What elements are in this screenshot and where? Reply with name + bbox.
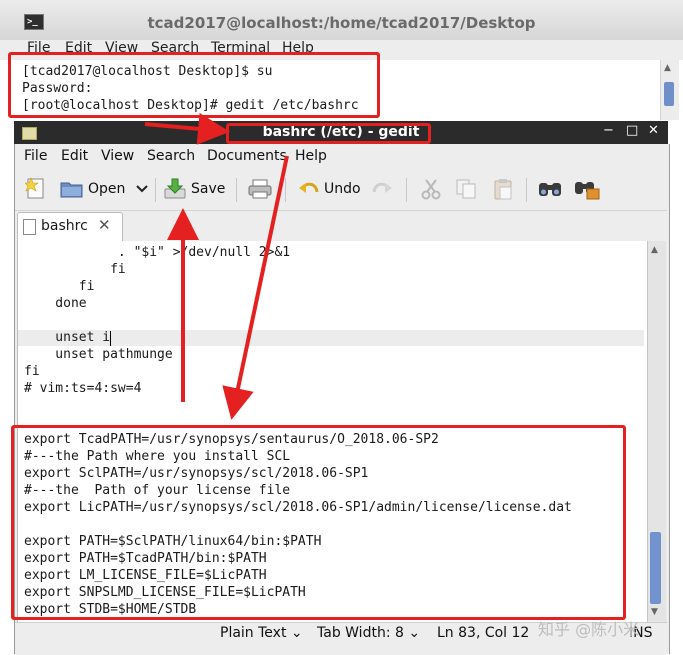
- print-icon[interactable]: [247, 178, 273, 200]
- cut-icon: [421, 179, 441, 200]
- minimize-icon[interactable]: −: [603, 123, 614, 138]
- toolbar-separator: [526, 178, 527, 202]
- maximize-icon[interactable]: □: [626, 123, 638, 138]
- menu-file[interactable]: File: [24, 148, 47, 164]
- find-icon[interactable]: [538, 179, 562, 199]
- copy-icon: [456, 179, 476, 199]
- cursor-position: Ln 83, Col 12: [437, 625, 530, 641]
- save-button[interactable]: Save: [191, 181, 225, 197]
- editor-line: # vim:ts=4:sw=4: [24, 381, 142, 396]
- editor-line: fi: [24, 364, 40, 379]
- tab-width-selector[interactable]: Tab Width: 8 ⌄: [317, 625, 420, 641]
- terminal-scroll-up-icon[interactable]: ▲: [664, 63, 671, 73]
- scroll-up-icon[interactable]: ▲: [651, 245, 658, 255]
- menu-search[interactable]: Search: [147, 148, 195, 164]
- editor-line: fi: [24, 279, 95, 294]
- toolbar-separator: [236, 178, 237, 202]
- current-line-highlight: [18, 330, 644, 346]
- editor-line: . "$i" >/dev/null 2>&1: [24, 245, 291, 260]
- tab-label: bashrc: [41, 218, 88, 234]
- document-icon: [23, 219, 36, 235]
- open-dropdown-icon[interactable]: [135, 183, 149, 195]
- close-icon[interactable]: ✕: [648, 123, 659, 138]
- save-icon[interactable]: [163, 177, 187, 201]
- toolbar-separator: [285, 178, 286, 202]
- undo-icon[interactable]: [298, 179, 320, 199]
- find-replace-icon[interactable]: [574, 178, 600, 200]
- language-selector[interactable]: Plain Text ⌄: [220, 625, 303, 641]
- tab-close-icon[interactable]: ✕: [98, 216, 111, 234]
- scroll-down-icon[interactable]: ▼: [651, 607, 658, 617]
- menu-documents[interactable]: Documents: [207, 148, 287, 164]
- menu-edit[interactable]: Edit: [61, 148, 88, 164]
- menu-view[interactable]: View: [101, 148, 134, 164]
- terminal-scroll-thumb[interactable]: [664, 82, 674, 106]
- annotation-box-terminal-commands: [8, 52, 380, 118]
- open-folder-icon[interactable]: [60, 179, 84, 199]
- toolbar-separator: [155, 178, 156, 202]
- open-button[interactable]: Open: [88, 181, 125, 197]
- terminal-title: tcad2017@localhost:/home/tcad2017/Deskto…: [147, 14, 536, 32]
- redo-icon: [372, 182, 392, 193]
- menu-help[interactable]: Help: [295, 148, 327, 164]
- annotation-box-window-title: [226, 123, 431, 144]
- editor-line: done: [24, 296, 87, 311]
- text-cursor: [110, 331, 111, 346]
- editor-line: fi: [24, 262, 126, 277]
- annotation-box-exported-paths: [11, 425, 626, 620]
- toolbar-separator: [406, 178, 407, 202]
- editor-line: unset i: [24, 330, 111, 345]
- editor-scroll-thumb[interactable]: [650, 532, 661, 604]
- paste-icon: [494, 179, 512, 200]
- editor-line: unset pathmunge: [24, 347, 173, 362]
- new-document-icon[interactable]: [25, 176, 47, 200]
- undo-button[interactable]: Undo: [324, 181, 361, 197]
